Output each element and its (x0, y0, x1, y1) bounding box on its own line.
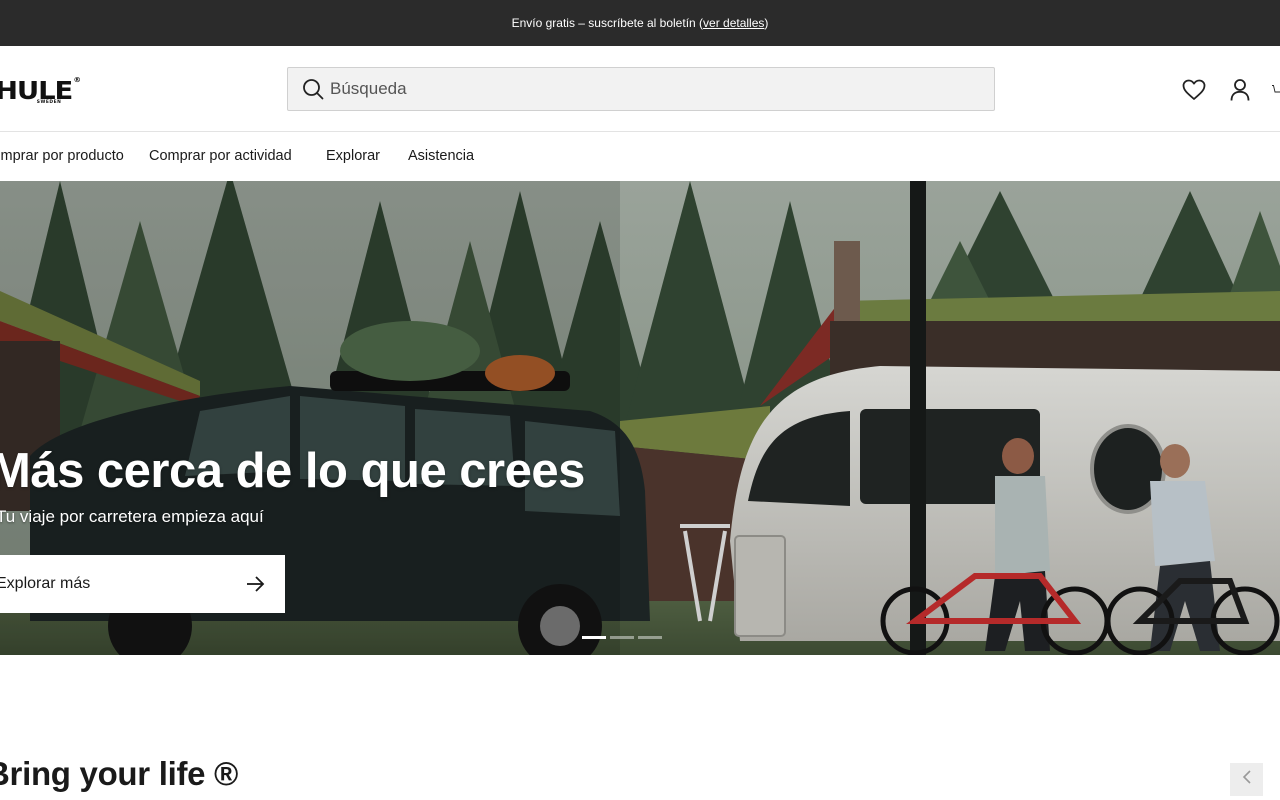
nav-item-shop-by-activity[interactable]: Comprar por actividad (149, 148, 292, 164)
carousel-prev-button[interactable] (1230, 763, 1263, 796)
nav-item-shop-by-product[interactable]: Comprar por producto (0, 148, 124, 164)
hero-slide-indicators (582, 636, 662, 639)
search-bar[interactable] (287, 67, 995, 111)
search-icon (302, 78, 324, 100)
hero-subtitle: Tu viaje por carretera empieza aquí (0, 507, 264, 526)
site-header: THULE® SWEDEN (0, 46, 1280, 132)
slide-indicator-1[interactable] (582, 636, 606, 639)
nav-item-support[interactable]: Asistencia (408, 148, 474, 164)
section-title: Bring your life ® (0, 755, 239, 792)
announcement-details-link[interactable]: ver detalles (703, 16, 764, 30)
user-icon[interactable] (1227, 77, 1253, 103)
heart-icon[interactable] (1181, 77, 1207, 103)
announcement-text: Envío gratis – suscríbete al boletín ( (511, 16, 704, 30)
slide-indicator-2[interactable] (610, 636, 634, 639)
thule-logo[interactable]: THULE® SWEDEN (0, 76, 81, 105)
explore-more-label: Explorar más (0, 575, 91, 592)
hero-title: Más cerca de lo que crees (0, 444, 585, 498)
slide-indicator-3[interactable] (638, 636, 662, 639)
cart-icon[interactable] (1271, 77, 1280, 103)
explore-more-button[interactable]: Explorar más (0, 555, 285, 613)
logo-sub: SWEDEN (36, 99, 62, 104)
arrow-right-icon (245, 574, 265, 594)
search-input[interactable] (330, 79, 930, 99)
hero-banner: Más cerca de lo que crees Tu viaje por c… (0, 181, 1280, 655)
logo-registered-mark: ® (73, 76, 81, 84)
chevron-left-icon (1241, 769, 1253, 790)
main-navigation: Comprar por producto Comprar por activid… (0, 132, 1280, 181)
announcement-bar: Envío gratis – suscríbete al boletín (ve… (0, 0, 1280, 46)
announcement-suffix: ) (764, 16, 769, 30)
nav-item-explore[interactable]: Explorar (326, 148, 380, 164)
